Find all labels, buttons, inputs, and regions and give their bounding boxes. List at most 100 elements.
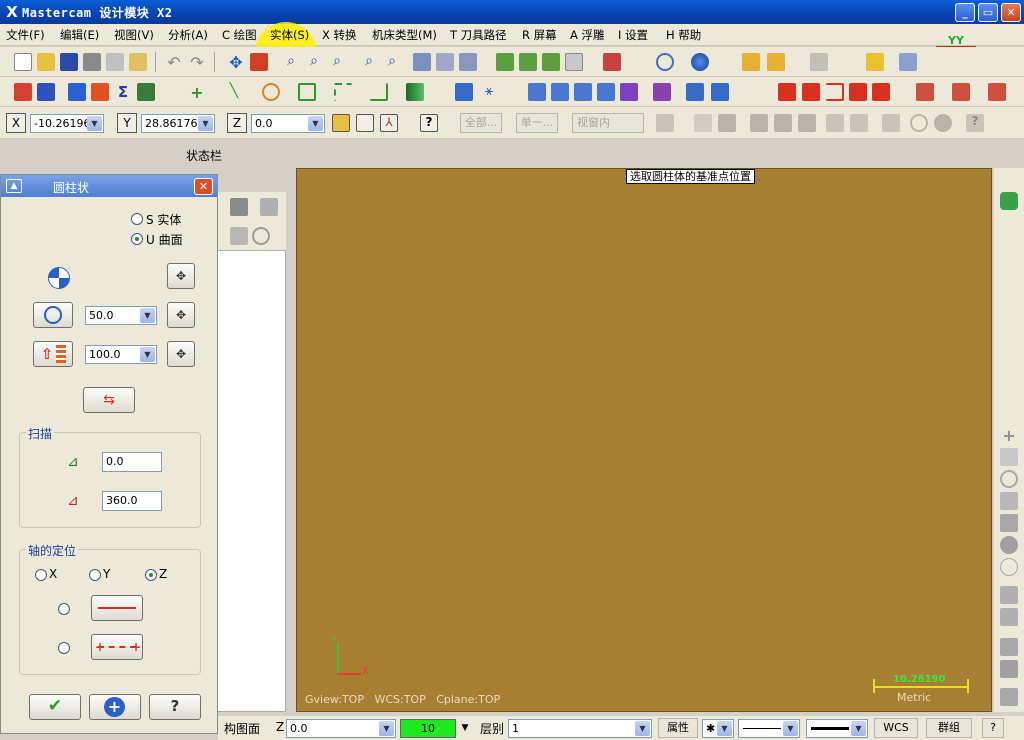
chevron-down-icon[interactable]: ▼ <box>717 721 732 736</box>
view-side-icon[interactable] <box>542 53 560 71</box>
zoom-in-icon[interactable]: ⌕ <box>328 53 346 71</box>
axis-y-radio[interactable] <box>89 569 101 581</box>
fast-point-icon[interactable] <box>332 114 350 132</box>
solid-tool-icon[interactable] <box>916 83 934 101</box>
print-preview-icon[interactable] <box>106 53 124 71</box>
menu-help[interactable]: H 帮助 <box>666 27 701 43</box>
select-body-icon[interactable] <box>798 114 816 132</box>
shade-icon[interactable] <box>413 53 431 71</box>
select-single-button[interactable]: 单一... <box>516 113 558 133</box>
chain-icon[interactable] <box>37 83 55 101</box>
surface-radio[interactable] <box>131 233 143 245</box>
height-button[interactable]: ⇧ <box>33 341 73 367</box>
select-line-axis-button[interactable] <box>91 595 143 621</box>
graphics-viewport[interactable]: 选取圆柱体的基准点位置 Y X Gview:TOP WCS:TOP Cplane… <box>296 168 992 712</box>
sum-icon[interactable]: Σ <box>114 83 132 101</box>
tree-filter-icon[interactable] <box>230 227 248 245</box>
dialog-close-icon[interactable]: ✕ <box>194 178 213 195</box>
select-clear-icon[interactable] <box>910 114 928 132</box>
web-icon[interactable] <box>1000 558 1018 576</box>
mirror-icon[interactable]: ⚹ <box>480 83 498 101</box>
maximize-button[interactable]: ▭ <box>978 3 998 22</box>
select-edit-icon[interactable] <box>882 114 900 132</box>
chevron-down-icon[interactable]: ▼ <box>635 721 650 736</box>
sphere-icon[interactable] <box>691 53 709 71</box>
arrow-tool-icon[interactable] <box>899 53 917 71</box>
square-icon[interactable] <box>1000 514 1018 532</box>
select-points-axis-button[interactable]: + + <box>91 634 143 660</box>
radius-button[interactable] <box>33 302 73 328</box>
wand-icon[interactable] <box>1000 448 1018 466</box>
offset-icon[interactable] <box>455 83 473 101</box>
level-icon[interactable] <box>137 83 155 101</box>
align-icon[interactable] <box>528 83 546 101</box>
measure-icon[interactable] <box>767 53 785 71</box>
project-icon[interactable] <box>653 83 671 101</box>
sweep-start-field[interactable]: 0.0 <box>102 452 162 472</box>
open-file-icon[interactable] <box>37 53 55 71</box>
circle-tool-icon[interactable] <box>1000 470 1018 488</box>
trim-icon[interactable] <box>68 83 86 101</box>
menu-settings[interactable]: I 设置 <box>618 27 648 43</box>
select-verify-icon[interactable] <box>850 114 868 132</box>
zoom-out-icon[interactable]: ⌕ <box>360 53 378 71</box>
view-mode-select[interactable]: 视窗内 <box>572 113 644 133</box>
redo-icon[interactable]: ↷ <box>188 53 206 72</box>
ok-button[interactable]: ✔ <box>29 694 81 720</box>
reverse-direction-button[interactable]: ⇆ <box>83 387 135 413</box>
collapse-icon[interactable]: ▲ <box>6 179 22 193</box>
circle-icon[interactable] <box>262 83 280 101</box>
solid-radio[interactable] <box>131 213 143 225</box>
cylinder-icon[interactable] <box>1000 192 1018 210</box>
radius-field[interactable]: 50.0 ▼ <box>85 306 157 325</box>
print-icon[interactable] <box>83 53 101 71</box>
arc-tool-icon[interactable] <box>826 83 844 101</box>
scale-icon[interactable] <box>620 83 638 101</box>
minimize-button[interactable]: _ <box>955 3 975 22</box>
stretch-icon[interactable] <box>711 83 729 101</box>
autocursor-icon[interactable]: ⅄ <box>380 114 398 132</box>
axis-x-radio[interactable] <box>35 569 47 581</box>
line-width-select[interactable]: ▼ <box>806 719 868 738</box>
plus-icon[interactable]: + <box>1000 426 1018 445</box>
rotate-icon[interactable] <box>597 83 615 101</box>
chevron-down-icon[interactable]: ▼ <box>140 308 155 323</box>
axis-z-radio[interactable] <box>145 569 157 581</box>
chevron-down-icon[interactable]: ▼ <box>87 116 102 131</box>
pencil-icon[interactable] <box>742 53 760 71</box>
globe-icon[interactable] <box>656 53 674 71</box>
level-field[interactable]: 1 ▼ <box>508 719 652 738</box>
new-file-icon[interactable] <box>14 53 32 71</box>
radius-move-icon[interactable]: ✥ <box>167 302 195 328</box>
pen-tool-icon[interactable] <box>1000 608 1018 626</box>
fillet-icon[interactable] <box>91 83 109 101</box>
select-chain-icon[interactable] <box>656 114 674 132</box>
attributes-button[interactable]: 属性 <box>658 718 698 738</box>
hidden-line-icon[interactable] <box>459 53 477 71</box>
color-swatch[interactable]: 10 <box>400 719 456 738</box>
sweep-end-field[interactable]: 360.0 <box>102 491 162 511</box>
zoom-window-icon[interactable]: ⌕ <box>282 53 300 71</box>
point-icon[interactable]: + <box>188 83 206 102</box>
help-icon[interactable]: ? <box>420 114 438 132</box>
close-button[interactable]: ✕ <box>1001 3 1021 22</box>
chevron-down-icon[interactable]: ▼ <box>783 721 798 736</box>
view-top-icon[interactable] <box>496 53 514 71</box>
tree-refresh-icon[interactable] <box>252 227 270 245</box>
select-help-icon[interactable]: ? <box>966 114 984 132</box>
select-edge-icon[interactable] <box>774 114 792 132</box>
analyze-icon[interactable] <box>14 83 32 101</box>
view-cube-icon[interactable] <box>603 53 621 71</box>
y-coord-button[interactable]: Y <box>117 113 137 133</box>
layer-icon[interactable] <box>1000 660 1018 678</box>
table-icon[interactable] <box>778 83 796 101</box>
view-front-icon[interactable] <box>519 53 537 71</box>
axis-line-radio[interactable] <box>58 603 70 615</box>
select-back-icon[interactable] <box>826 114 844 132</box>
brush-tool-icon[interactable] <box>1000 586 1018 604</box>
construction-plane-label[interactable]: 构图面 <box>224 720 260 737</box>
select-end-icon[interactable] <box>934 114 952 132</box>
move-icon[interactable] <box>574 83 592 101</box>
chevron-down-icon[interactable]: ▼ <box>308 116 323 131</box>
operations-tree[interactable] <box>216 250 286 712</box>
